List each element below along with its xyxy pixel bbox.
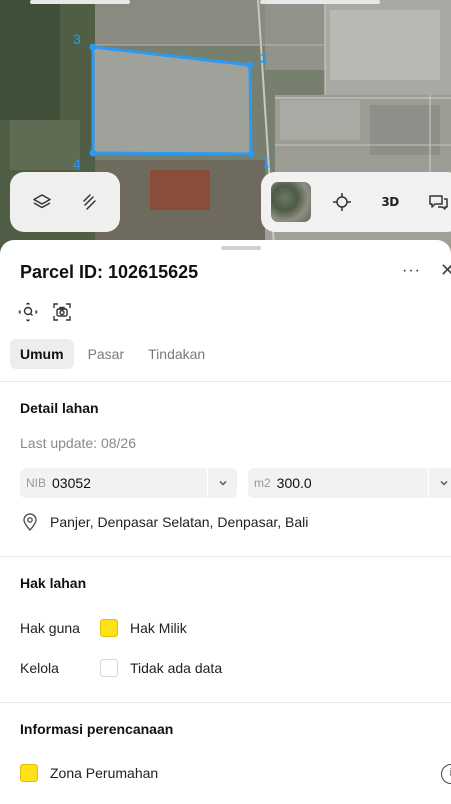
address-row: Panjer, Denpasar Selatan, Denpasar, Bali — [20, 512, 308, 532]
parcel-detail-sheet: Parcel ID: 102615625 ··· ✕ Umum Pasar Ti… — [0, 240, 451, 804]
tab-bar: Umum Pasar Tindakan — [10, 339, 219, 369]
basemap-thumbnail[interactable] — [271, 182, 311, 222]
zone-label: Zona Perumahan — [50, 765, 159, 781]
nib-value: 03052 — [52, 475, 91, 491]
more-options-button[interactable]: ··· — [402, 262, 421, 280]
vertex-label: 4 — [73, 156, 81, 172]
section-title-detail: Detail lahan — [20, 400, 99, 416]
parcel-polygon — [91, 45, 253, 156]
layers-icon[interactable] — [25, 185, 59, 219]
tab-tindakan[interactable]: Tindakan — [138, 339, 215, 369]
parcel-vertex — [89, 149, 97, 157]
rights-value: Hak Milik — [130, 620, 187, 636]
parcel-vertex — [246, 61, 254, 69]
area-value: 300.0 — [276, 475, 312, 491]
location-pin-icon — [20, 512, 40, 532]
divider — [0, 556, 451, 557]
close-button[interactable]: ✕ — [440, 260, 451, 281]
rights-label: Hak guna — [20, 620, 80, 636]
rights-value: Tidak ada data — [130, 660, 223, 676]
tab-pasar[interactable]: Pasar — [78, 339, 135, 369]
zone-swatch — [20, 764, 38, 782]
rights-label: Kelola — [20, 660, 59, 676]
parcel-vertex — [89, 43, 97, 51]
map-tools-left — [10, 172, 120, 232]
map-view[interactable]: 3 2 4 1 3D — [0, 0, 451, 262]
zone-row: Zona Perumahan — [20, 764, 158, 782]
address-text: Panjer, Denpasar Selatan, Denpasar, Bali — [50, 514, 309, 530]
rights-row-kelola: Kelola Tidak ada data — [20, 659, 222, 677]
status-swatch — [100, 659, 118, 677]
crosshair-icon[interactable] — [325, 185, 359, 219]
zoom-to-parcel-icon[interactable] — [18, 302, 38, 322]
map-tools-right: 3D — [261, 172, 451, 232]
page-title: Parcel ID: 102615625 — [20, 262, 199, 282]
divider — [0, 381, 451, 382]
vertex-label: 3 — [73, 31, 81, 47]
section-title-rights: Hak lahan — [20, 575, 87, 591]
chevron-down-icon[interactable] — [207, 468, 237, 498]
draw-icon[interactable] — [72, 185, 106, 219]
sheet-drag-handle[interactable] — [221, 246, 261, 250]
status-swatch — [100, 619, 118, 637]
divider — [0, 702, 451, 703]
tab-umum[interactable]: Umum — [10, 339, 74, 369]
parcel-vertex — [247, 150, 255, 158]
section-title-planning: Informasi perencanaan — [20, 721, 174, 737]
screenshot-icon[interactable] — [52, 302, 72, 322]
chat-icon[interactable] — [421, 185, 451, 219]
area-select[interactable]: m2 300.0 — [248, 468, 451, 498]
rights-row-hak-guna: Hak guna Hak Milik — [20, 619, 187, 637]
area-prefix: m2 — [254, 476, 271, 490]
vertex-label: 1 — [262, 154, 270, 170]
nib-select[interactable]: NIB 03052 — [20, 468, 237, 498]
info-icon[interactable]: i — [441, 764, 451, 784]
3d-toggle-button[interactable]: 3D — [373, 185, 407, 219]
last-update-text: Last update: 08/26 — [20, 435, 136, 451]
chevron-down-icon[interactable] — [428, 468, 451, 498]
vertex-label: 2 — [260, 50, 268, 66]
nib-prefix: NIB — [26, 476, 47, 490]
